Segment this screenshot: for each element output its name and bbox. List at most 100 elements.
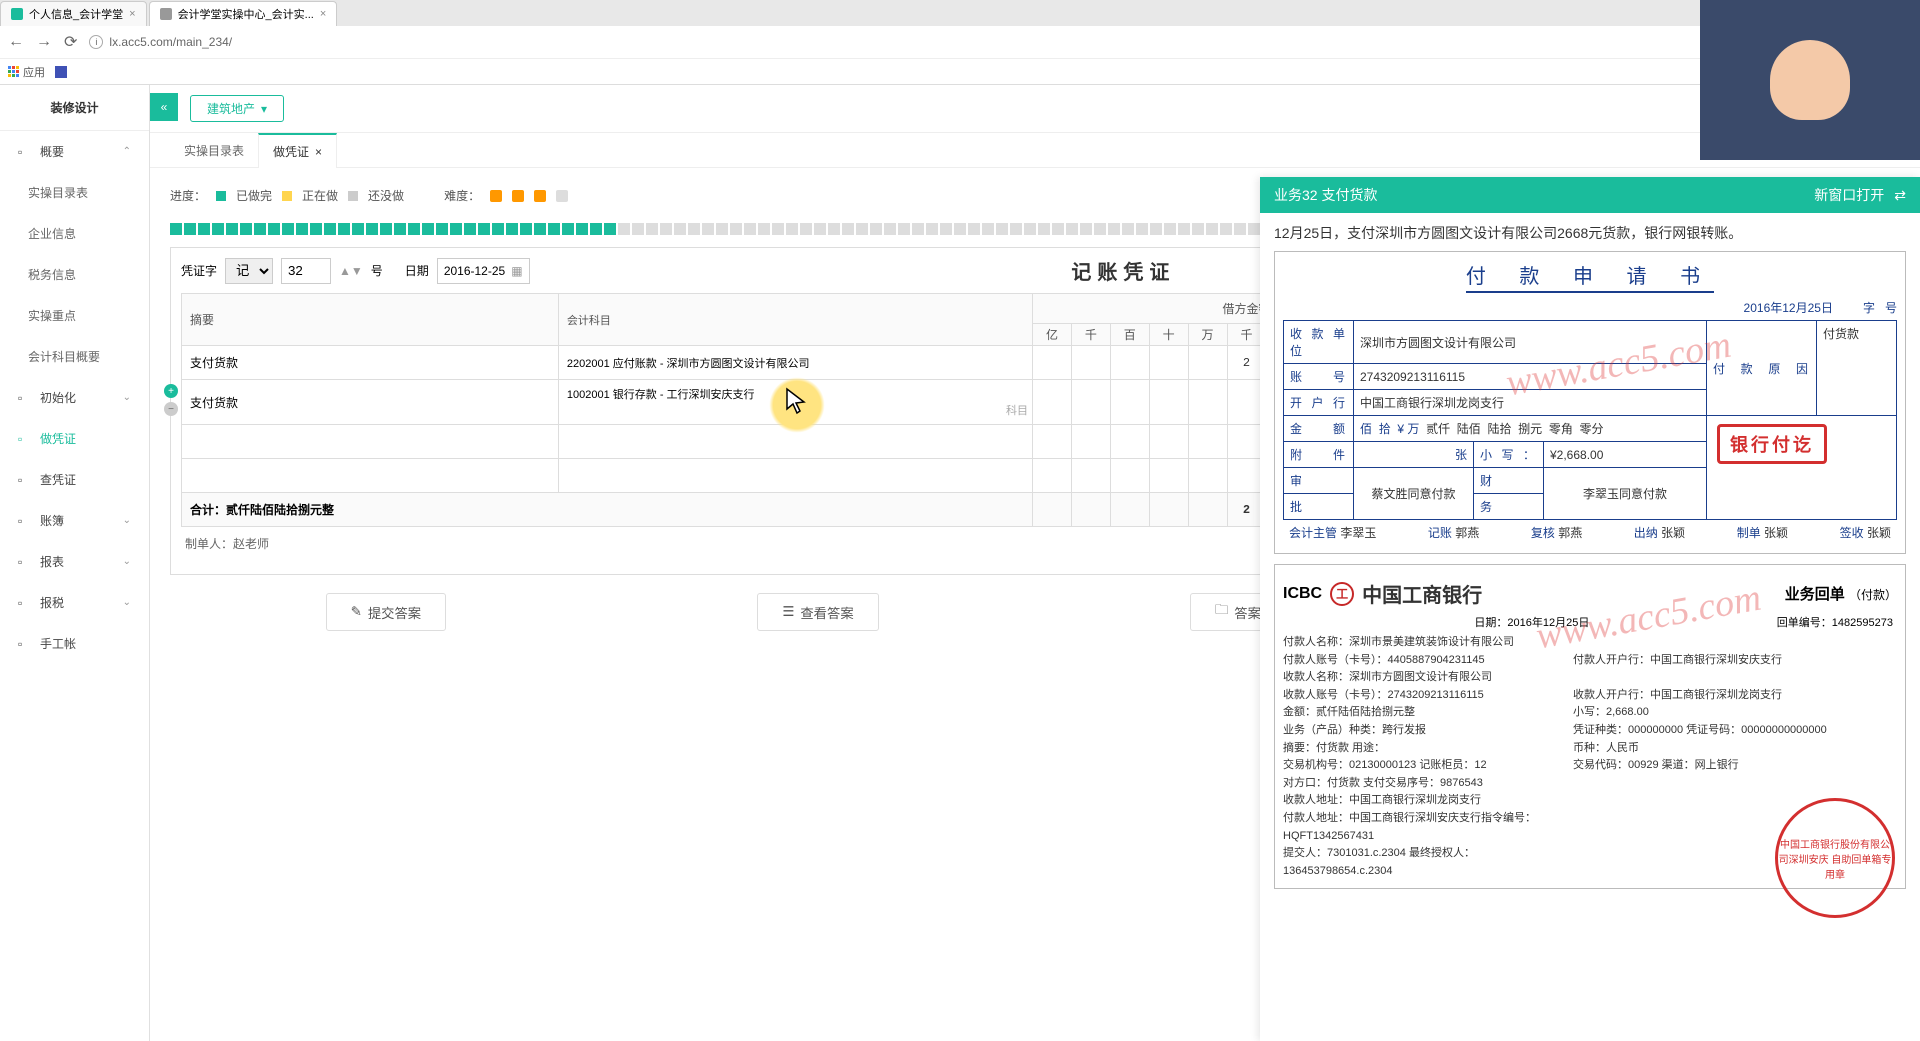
digit-cell[interactable]: [1110, 459, 1149, 493]
progress-block[interactable]: [632, 223, 644, 235]
sidebar-item-查凭证[interactable]: ▫查凭证: [0, 459, 149, 500]
sidebar-item-手工帐[interactable]: ▫手工帐: [0, 623, 149, 664]
progress-block[interactable]: [562, 223, 574, 235]
progress-block[interactable]: [352, 223, 364, 235]
progress-block[interactable]: [464, 223, 476, 235]
progress-block[interactable]: [324, 223, 336, 235]
progress-block[interactable]: [940, 223, 952, 235]
progress-block[interactable]: [184, 223, 196, 235]
progress-block[interactable]: [268, 223, 280, 235]
voucher-number-input[interactable]: [281, 258, 331, 284]
digit-cell[interactable]: [1188, 459, 1227, 493]
digit-cell[interactable]: [1149, 346, 1188, 380]
sidebar-item-实操重点[interactable]: 实操重点: [0, 295, 149, 336]
digit-cell[interactable]: [1149, 380, 1188, 425]
progress-block[interactable]: [1220, 223, 1232, 235]
bookmark-item[interactable]: [55, 66, 67, 78]
digit-cell[interactable]: [1188, 380, 1227, 425]
progress-block[interactable]: [366, 223, 378, 235]
progress-block[interactable]: [1150, 223, 1162, 235]
progress-block[interactable]: [856, 223, 868, 235]
summary-cell[interactable]: 支付货款: [182, 346, 559, 380]
close-icon[interactable]: ×: [129, 8, 135, 20]
sidebar-item-税务信息[interactable]: 税务信息: [0, 254, 149, 295]
view-answer-button[interactable]: ☰查看答案: [757, 593, 878, 631]
browser-tab[interactable]: 个人信息_会计学堂 ×: [0, 1, 147, 26]
progress-block[interactable]: [436, 223, 448, 235]
progress-block[interactable]: [240, 223, 252, 235]
doc-tab[interactable]: 实操目录表: [170, 133, 258, 167]
progress-block[interactable]: [702, 223, 714, 235]
progress-block[interactable]: [660, 223, 672, 235]
progress-block[interactable]: [1108, 223, 1120, 235]
browser-tab[interactable]: 会计学堂实操中心_会计实... ×: [149, 1, 338, 26]
collapse-sidebar-button[interactable]: «: [150, 93, 178, 121]
sidebar-item-概要[interactable]: ▫概要⌃: [0, 131, 149, 172]
progress-block[interactable]: [548, 223, 560, 235]
progress-block[interactable]: [996, 223, 1008, 235]
progress-block[interactable]: [1178, 223, 1190, 235]
progress-block[interactable]: [646, 223, 658, 235]
progress-block[interactable]: [884, 223, 896, 235]
progress-block[interactable]: [1192, 223, 1204, 235]
progress-block[interactable]: [898, 223, 910, 235]
progress-block[interactable]: [506, 223, 518, 235]
digit-cell[interactable]: [1110, 493, 1149, 527]
digit-cell[interactable]: [1188, 493, 1227, 527]
progress-block[interactable]: [786, 223, 798, 235]
digit-cell[interactable]: [1033, 346, 1072, 380]
sidebar-item-初始化[interactable]: ▫初始化⌄: [0, 377, 149, 418]
sidebar-item-报税[interactable]: ▫报税⌄: [0, 582, 149, 623]
add-row-button[interactable]: +: [164, 384, 178, 398]
digit-cell[interactable]: [1149, 459, 1188, 493]
progress-block[interactable]: [870, 223, 882, 235]
progress-block[interactable]: [772, 223, 784, 235]
progress-block[interactable]: [1010, 223, 1022, 235]
progress-block[interactable]: [282, 223, 294, 235]
doc-tab[interactable]: 做凭证 ×: [258, 133, 337, 168]
progress-block[interactable]: [1248, 223, 1260, 235]
progress-block[interactable]: [296, 223, 308, 235]
digit-cell[interactable]: [1033, 380, 1072, 425]
progress-block[interactable]: [450, 223, 462, 235]
progress-block[interactable]: [1234, 223, 1246, 235]
sidebar-item-实操目录表[interactable]: 实操目录表: [0, 172, 149, 213]
sidebar-item-做凭证[interactable]: ▫做凭证: [0, 418, 149, 459]
progress-block[interactable]: [408, 223, 420, 235]
progress-block[interactable]: [674, 223, 686, 235]
progress-block[interactable]: [982, 223, 994, 235]
url-bar[interactable]: i lx.acc5.com/main_234/: [89, 35, 1912, 49]
progress-block[interactable]: [800, 223, 812, 235]
progress-block[interactable]: [394, 223, 406, 235]
swap-icon[interactable]: ⇄: [1894, 187, 1906, 204]
digit-cell[interactable]: [1188, 425, 1227, 459]
open-new-window-link[interactable]: 新窗口打开: [1814, 185, 1884, 205]
progress-block[interactable]: [170, 223, 182, 235]
progress-block[interactable]: [1038, 223, 1050, 235]
sidebar-item-企业信息[interactable]: 企业信息: [0, 213, 149, 254]
progress-block[interactable]: [814, 223, 826, 235]
delete-row-button[interactable]: −: [164, 402, 178, 416]
progress-block[interactable]: [380, 223, 392, 235]
voucher-word-select[interactable]: 记: [225, 258, 273, 284]
digit-cell[interactable]: [1110, 425, 1149, 459]
progress-block[interactable]: [912, 223, 924, 235]
digit-cell[interactable]: [1149, 493, 1188, 527]
digit-cell[interactable]: [1033, 459, 1072, 493]
reload-icon[interactable]: ⟳: [64, 32, 77, 52]
progress-block[interactable]: [604, 223, 616, 235]
progress-block[interactable]: [310, 223, 322, 235]
progress-block[interactable]: [1066, 223, 1078, 235]
summary-cell[interactable]: +−支付货款: [182, 380, 559, 425]
subject-cell[interactable]: 2202001 应付账款 - 深圳市方圆图文设计有限公司: [558, 346, 1032, 380]
back-icon[interactable]: ←: [8, 33, 24, 51]
digit-cell[interactable]: [1149, 425, 1188, 459]
digit-cell[interactable]: [1188, 346, 1227, 380]
digit-cell[interactable]: [1071, 459, 1110, 493]
progress-block[interactable]: [212, 223, 224, 235]
digit-cell[interactable]: [1071, 493, 1110, 527]
progress-block[interactable]: [590, 223, 602, 235]
subject-cell[interactable]: 1002001 银行存款 - 工行深圳安庆支行科目: [558, 380, 1032, 425]
progress-block[interactable]: [828, 223, 840, 235]
side-panel-body[interactable]: 12月25日，支付深圳市方圆图文设计有限公司2668元货款，银行网银转账。 ww…: [1260, 213, 1920, 1041]
